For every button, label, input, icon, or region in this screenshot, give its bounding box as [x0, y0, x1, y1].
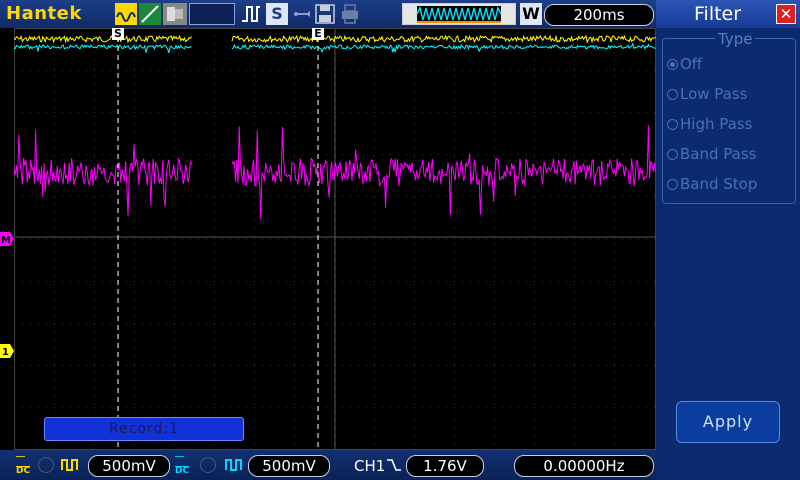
- save-icon[interactable]: [315, 3, 335, 25]
- filter-option-high-pass[interactable]: High Pass: [667, 115, 752, 133]
- filter-type-label: Type: [715, 30, 756, 48]
- record-indicator: Record:1: [44, 417, 244, 441]
- ch2-probe-icon: [224, 456, 244, 478]
- panel-title: Filter: [694, 3, 742, 25]
- memory-overview-bar[interactable]: [402, 3, 516, 25]
- stop-icon[interactable]: S: [266, 3, 288, 25]
- filter-option-low-pass[interactable]: Low Pass: [667, 85, 748, 103]
- ch1-volts-per-div[interactable]: 500mV: [88, 455, 170, 477]
- filter-option-band-pass[interactable]: Band Pass: [667, 145, 756, 163]
- trigger-level-display[interactable]: 1.76V: [406, 455, 484, 477]
- timebase-display[interactable]: 200ms: [544, 4, 654, 26]
- frequency-counter: 0.00000Hz: [514, 455, 654, 477]
- apply-button[interactable]: Apply: [676, 401, 780, 443]
- waveform-display[interactable]: Record:1: [13, 28, 657, 450]
- math-channel-marker[interactable]: M: [0, 232, 14, 246]
- usb-icon: [292, 3, 312, 25]
- window-mode-button[interactable]: W: [520, 3, 542, 25]
- filter-panel: Filter ✕ Type Off Low Pass High Pass Ban…: [656, 0, 800, 480]
- trigger-source-label[interactable]: CH1: [354, 457, 385, 475]
- status-indicator-box: [189, 3, 235, 25]
- filter-type-group: Type Off Low Pass High Pass Band Pass Ba…: [662, 30, 796, 204]
- cursor-start-label[interactable]: S: [112, 28, 124, 40]
- vector-display-icon[interactable]: [139, 3, 161, 25]
- trigger-edge-icon[interactable]: [386, 456, 402, 478]
- waveform-graticule: [13, 28, 657, 450]
- radio-icon: [667, 179, 678, 190]
- filter-option-band-stop[interactable]: Band Stop: [667, 175, 757, 193]
- ch2-volts-per-div[interactable]: 500mV: [248, 455, 330, 477]
- trigger-run-icon[interactable]: [240, 3, 262, 25]
- radio-icon: [667, 89, 678, 100]
- svg-text:M: M: [1, 235, 11, 246]
- close-icon[interactable]: ✕: [776, 4, 796, 24]
- cursor-end-label[interactable]: E: [312, 28, 324, 40]
- ch1-coupling-icon: ‾‾ DC: [16, 456, 31, 476]
- brand-logo: Hantek: [6, 3, 82, 24]
- ch2-coupling-icon: ‾‾ DC: [175, 456, 190, 476]
- radio-icon: [667, 149, 678, 160]
- ch1-probe-icon: [60, 456, 80, 478]
- print-icon[interactable]: [340, 3, 360, 25]
- svg-text:1: 1: [2, 347, 9, 358]
- waveform-mode-icon[interactable]: [115, 3, 137, 25]
- panel-header: Filter ✕: [656, 0, 800, 28]
- radio-icon: [667, 119, 678, 130]
- bottom-status-bar: ‾‾ DC 500mV ‾‾ DC 500mV CH1 1.76V 0.00000H…: [0, 450, 656, 480]
- persistence-icon[interactable]: [163, 3, 187, 25]
- top-status-bar: Hantek S W 200ms: [0, 0, 656, 28]
- filter-option-off[interactable]: Off: [667, 55, 702, 73]
- radio-selected-icon: [667, 59, 678, 70]
- ch1-bandwidth-icon: [38, 457, 54, 473]
- ch1-offset-marker[interactable]: 1: [0, 344, 14, 358]
- ch2-bandwidth-icon: [200, 457, 216, 473]
